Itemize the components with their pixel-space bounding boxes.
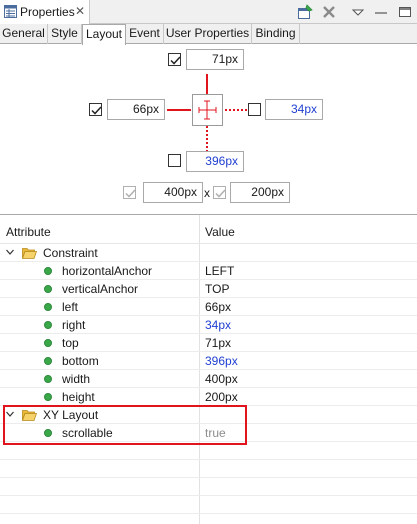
property-tabs: General Style Layout Event User Properti…: [0, 24, 417, 45]
header-attribute[interactable]: Attribute: [6, 225, 51, 239]
table-row[interactable]: top 71px: [0, 334, 417, 352]
table-row[interactable]: horizontalAnchor LEFT: [0, 262, 417, 280]
right-field[interactable]: 34px: [265, 99, 323, 120]
tab-event[interactable]: Event: [126, 24, 164, 44]
view-header: Properties ✕: [0, 0, 417, 24]
property-dot-icon: [44, 303, 52, 311]
attribute-value[interactable]: 71px: [205, 336, 231, 350]
attribute-value[interactable]: TOP: [205, 282, 229, 296]
attribute-name: top: [62, 336, 79, 350]
property-dot-icon: [44, 375, 52, 383]
view-menu-icon[interactable]: [349, 3, 367, 21]
attribute-name: horizontalAnchor: [62, 264, 153, 278]
properties-icon: [4, 5, 17, 18]
attribute-value[interactable]: 34px: [205, 318, 231, 332]
size-separator: x: [204, 186, 210, 200]
property-dot-icon: [44, 357, 52, 365]
table-row[interactable]: right 34px: [0, 316, 417, 334]
property-dot-icon: [44, 285, 52, 293]
view-title: Properties: [20, 5, 75, 19]
tab-user-properties[interactable]: User Properties: [164, 24, 252, 44]
attribute-name: bottom: [62, 354, 99, 368]
top-anchor-checkbox[interactable]: [168, 53, 181, 66]
tab-style[interactable]: Style: [48, 24, 82, 44]
table-row[interactable]: bottom 396px: [0, 352, 417, 370]
properties-view-tab[interactable]: Properties ✕: [0, 0, 90, 24]
width-checkbox[interactable]: [123, 186, 136, 199]
remove-icon[interactable]: [320, 3, 338, 21]
attribute-value[interactable]: 200px: [205, 390, 238, 404]
folder-open-icon: [22, 248, 37, 259]
chevron-down-icon[interactable]: [5, 247, 15, 257]
tab-binding[interactable]: Binding: [252, 24, 300, 44]
left-field[interactable]: 66px: [107, 99, 165, 120]
group-row-constraint[interactable]: Constraint: [0, 244, 417, 262]
attribute-name: height: [62, 390, 95, 404]
table-row[interactable]: width 400px: [0, 370, 417, 388]
height-checkbox[interactable]: [213, 186, 226, 199]
minimize-icon[interactable]: [372, 3, 390, 21]
property-dot-icon: [44, 321, 52, 329]
pin-editor-icon[interactable]: [296, 3, 314, 21]
bottom-anchor-checkbox[interactable]: [168, 154, 181, 167]
bottom-field[interactable]: 396px: [186, 151, 244, 172]
attribute-name: verticalAnchor: [62, 282, 139, 296]
group-label: Constraint: [43, 246, 98, 260]
table-row[interactable]: verticalAnchor TOP: [0, 280, 417, 298]
attribute-value[interactable]: LEFT: [205, 264, 234, 278]
property-dot-icon: [44, 267, 52, 275]
table-row[interactable]: left 66px: [0, 298, 417, 316]
property-table: Attribute Value Constraint horizontalAnc…: [0, 215, 417, 524]
height-field[interactable]: 200px: [230, 182, 290, 203]
property-dot-icon: [44, 339, 52, 347]
attribute-value[interactable]: 66px: [205, 300, 231, 314]
empty-row: [0, 478, 417, 496]
attribute-name: right: [62, 318, 86, 332]
attribute-value[interactable]: 400px: [205, 372, 238, 386]
close-view-icon[interactable]: ✕: [75, 5, 85, 17]
maximize-icon[interactable]: [396, 3, 414, 21]
property-dot-icon: [44, 393, 52, 401]
highlight-box: [3, 405, 247, 445]
tab-layout[interactable]: Layout: [82, 24, 126, 45]
tab-general[interactable]: General: [0, 24, 48, 44]
top-field[interactable]: 71px: [186, 49, 244, 70]
attribute-value[interactable]: 396px: [205, 354, 238, 368]
empty-row: [0, 496, 417, 514]
anchor-diagram: [167, 74, 248, 151]
attribute-name: width: [62, 372, 91, 386]
left-anchor-checkbox[interactable]: [89, 103, 102, 116]
right-anchor-checkbox[interactable]: [248, 103, 261, 116]
header-value[interactable]: Value: [205, 225, 235, 239]
width-field[interactable]: 400px: [143, 182, 203, 203]
attribute-name: left: [62, 300, 79, 314]
empty-row: [0, 460, 417, 478]
table-row[interactable]: height 200px: [0, 388, 417, 406]
